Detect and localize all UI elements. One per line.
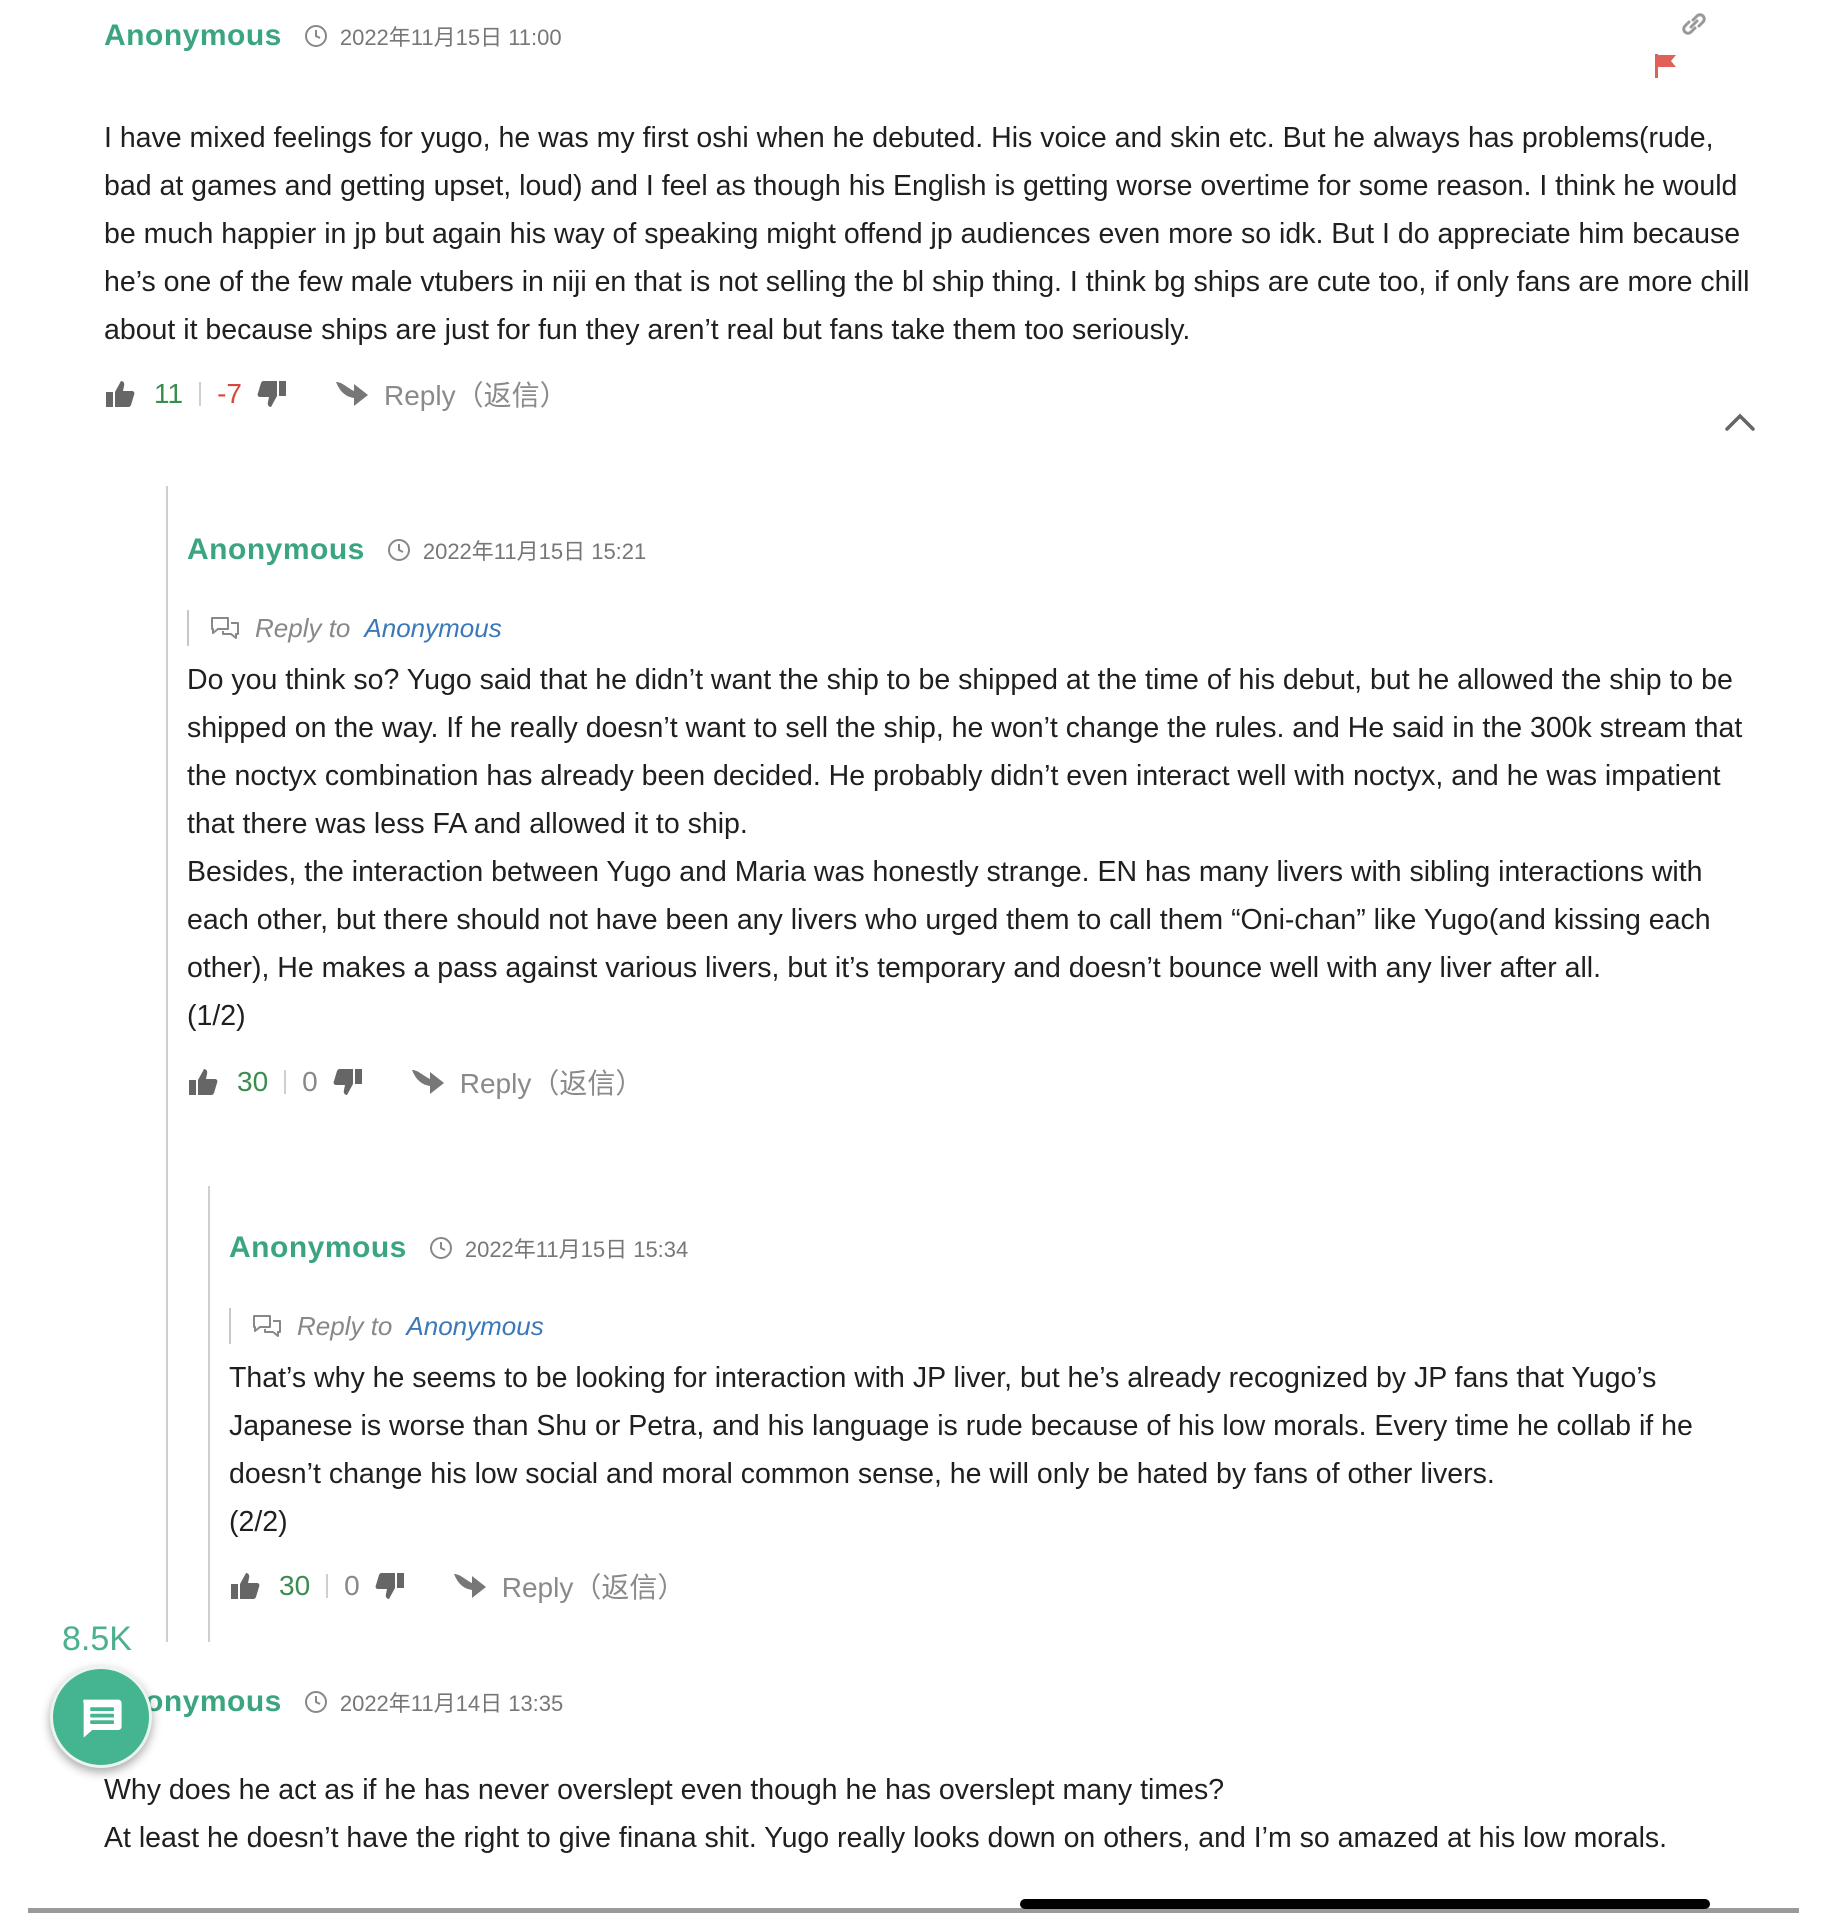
reply-to-label: Reply to xyxy=(297,1310,393,1341)
thread-line xyxy=(208,1186,210,1642)
reply-button[interactable]: Reply（返信） xyxy=(410,1062,644,1102)
comment-date[interactable]: 2022年11月15日 15:34 xyxy=(429,1232,688,1264)
thumbs-down-icon[interactable] xyxy=(374,1570,406,1602)
clock-icon xyxy=(304,25,327,47)
comment-date-text: 2022年11月15日 15:21 xyxy=(422,539,647,564)
downvote-count: 0 xyxy=(302,1066,318,1097)
thumbs-up-icon[interactable] xyxy=(104,378,136,410)
reply-arrow-icon xyxy=(411,1070,444,1094)
upvote-count: 30 xyxy=(237,1066,269,1097)
comment-date-text: 2022年11月14日 13:35 xyxy=(339,1691,564,1716)
reply-arrow-icon xyxy=(335,382,368,406)
clock-icon xyxy=(387,539,410,561)
comment-actions: 30 0 Reply（返信） xyxy=(187,1062,1765,1102)
clock-icon xyxy=(304,1691,327,1713)
permalink-icon[interactable] xyxy=(1678,8,1710,40)
comment-paragraph: Why does he act as if he has never overs… xyxy=(104,1774,1225,1806)
comment-actions: 30 0 Reply（返信） xyxy=(229,1566,1765,1606)
comment-body: Why does he act as if he has never overs… xyxy=(104,1766,1764,1862)
comment-actions: 11 -7 Reply（返信） xyxy=(104,374,1764,414)
chat-bubbles-icon xyxy=(211,617,239,639)
comment-header: Anonymous 2022年11月15日 15:34 xyxy=(229,1228,1765,1268)
comments-fab-button[interactable] xyxy=(50,1666,152,1768)
comment: Anonymous 2022年11月15日 11:00 I have mixed… xyxy=(104,16,1764,414)
reply-label: Reply（返信） xyxy=(459,1068,644,1099)
comment-paragraph: (1/2) xyxy=(187,1000,246,1032)
comment-reply: Anonymous 2022年11月15日 15:21 Reply to Ano… xyxy=(187,530,1765,1102)
downvote-count: 0 xyxy=(344,1570,360,1601)
vote-divider xyxy=(284,1070,287,1094)
upvote-count: 30 xyxy=(279,1570,311,1601)
downvote-count: -7 xyxy=(217,378,242,409)
reply-to-label: Reply to xyxy=(255,612,351,643)
home-indicator[interactable] xyxy=(1020,1899,1710,1909)
comment-count: 8.5K xyxy=(62,1620,132,1658)
collapse-chevron-icon[interactable] xyxy=(1724,412,1756,432)
comment-author[interactable]: Anonymous xyxy=(229,1231,407,1265)
thumbs-down-icon[interactable] xyxy=(332,1066,364,1098)
reply-to-indicator: Reply to Anonymous xyxy=(187,610,1765,646)
reply-to-author-link[interactable]: Anonymous xyxy=(406,1311,543,1342)
comment-header: Anonymous 2022年11月15日 15:21 xyxy=(187,530,1765,570)
thread-line xyxy=(166,486,168,1642)
comment-date[interactable]: 2022年11月15日 15:21 xyxy=(387,534,646,566)
thumbs-down-icon[interactable] xyxy=(256,378,288,410)
reply-button[interactable]: Reply（返信） xyxy=(452,1566,686,1606)
reply-arrow-icon xyxy=(453,1574,486,1598)
comment-paragraph: Do you think so? Yugo said that he didn’… xyxy=(187,664,1743,840)
comment-header: Anonymous 2022年11月15日 11:00 xyxy=(104,16,1764,56)
clock-icon xyxy=(429,1237,452,1259)
reply-label: Reply（返信） xyxy=(501,1572,686,1603)
reply-button[interactable]: Reply（返信） xyxy=(334,374,568,414)
chat-bubbles-icon xyxy=(253,1315,281,1337)
comment-body: I have mixed feelings for yugo, he was m… xyxy=(104,114,1764,354)
vote-divider xyxy=(199,382,202,406)
comment-paragraph: I have mixed feelings for yugo, he was m… xyxy=(104,122,1750,346)
reply-to-author-link[interactable]: Anonymous xyxy=(364,613,501,644)
comment-paragraph: (2/2) xyxy=(229,1506,288,1538)
comment-date[interactable]: 2022年11月15日 11:00 xyxy=(304,20,562,52)
comment-body: Do you think so? Yugo said that he didn’… xyxy=(187,656,1765,1040)
comment: Anonymous 2022年11月14日 13:35 Why does he … xyxy=(104,1682,1764,1862)
comment-author[interactable]: Anonymous xyxy=(104,19,282,53)
upvote-count: 11 xyxy=(154,378,184,409)
thumbs-up-icon[interactable] xyxy=(187,1066,219,1098)
comment-header: Anonymous 2022年11月14日 13:35 xyxy=(104,1682,1764,1722)
comment-author[interactable]: Anonymous xyxy=(187,533,365,567)
comment-reply: Anonymous 2022年11月15日 15:34 Reply to Ano… xyxy=(229,1228,1765,1606)
comment-paragraph: At least he doesn’t have the right to gi… xyxy=(104,1822,1668,1854)
vote-divider xyxy=(326,1574,329,1598)
thumbs-up-icon[interactable] xyxy=(229,1570,261,1602)
flag-icon[interactable] xyxy=(1652,52,1680,80)
comment-bubble-icon xyxy=(83,1699,122,1738)
comment-body: That’s why he seems to be looking for in… xyxy=(229,1354,1765,1546)
reply-label: Reply（返信） xyxy=(383,380,568,411)
comment-date[interactable]: 2022年11月14日 13:35 xyxy=(304,1686,563,1718)
comment-paragraph: Besides, the interaction between Yugo an… xyxy=(187,856,1711,984)
comment-date-text: 2022年11月15日 11:00 xyxy=(339,25,562,50)
comment-paragraph: That’s why he seems to be looking for in… xyxy=(229,1362,1693,1490)
comment-date-text: 2022年11月15日 15:34 xyxy=(464,1237,689,1262)
reply-to-indicator: Reply to Anonymous xyxy=(229,1308,1765,1344)
